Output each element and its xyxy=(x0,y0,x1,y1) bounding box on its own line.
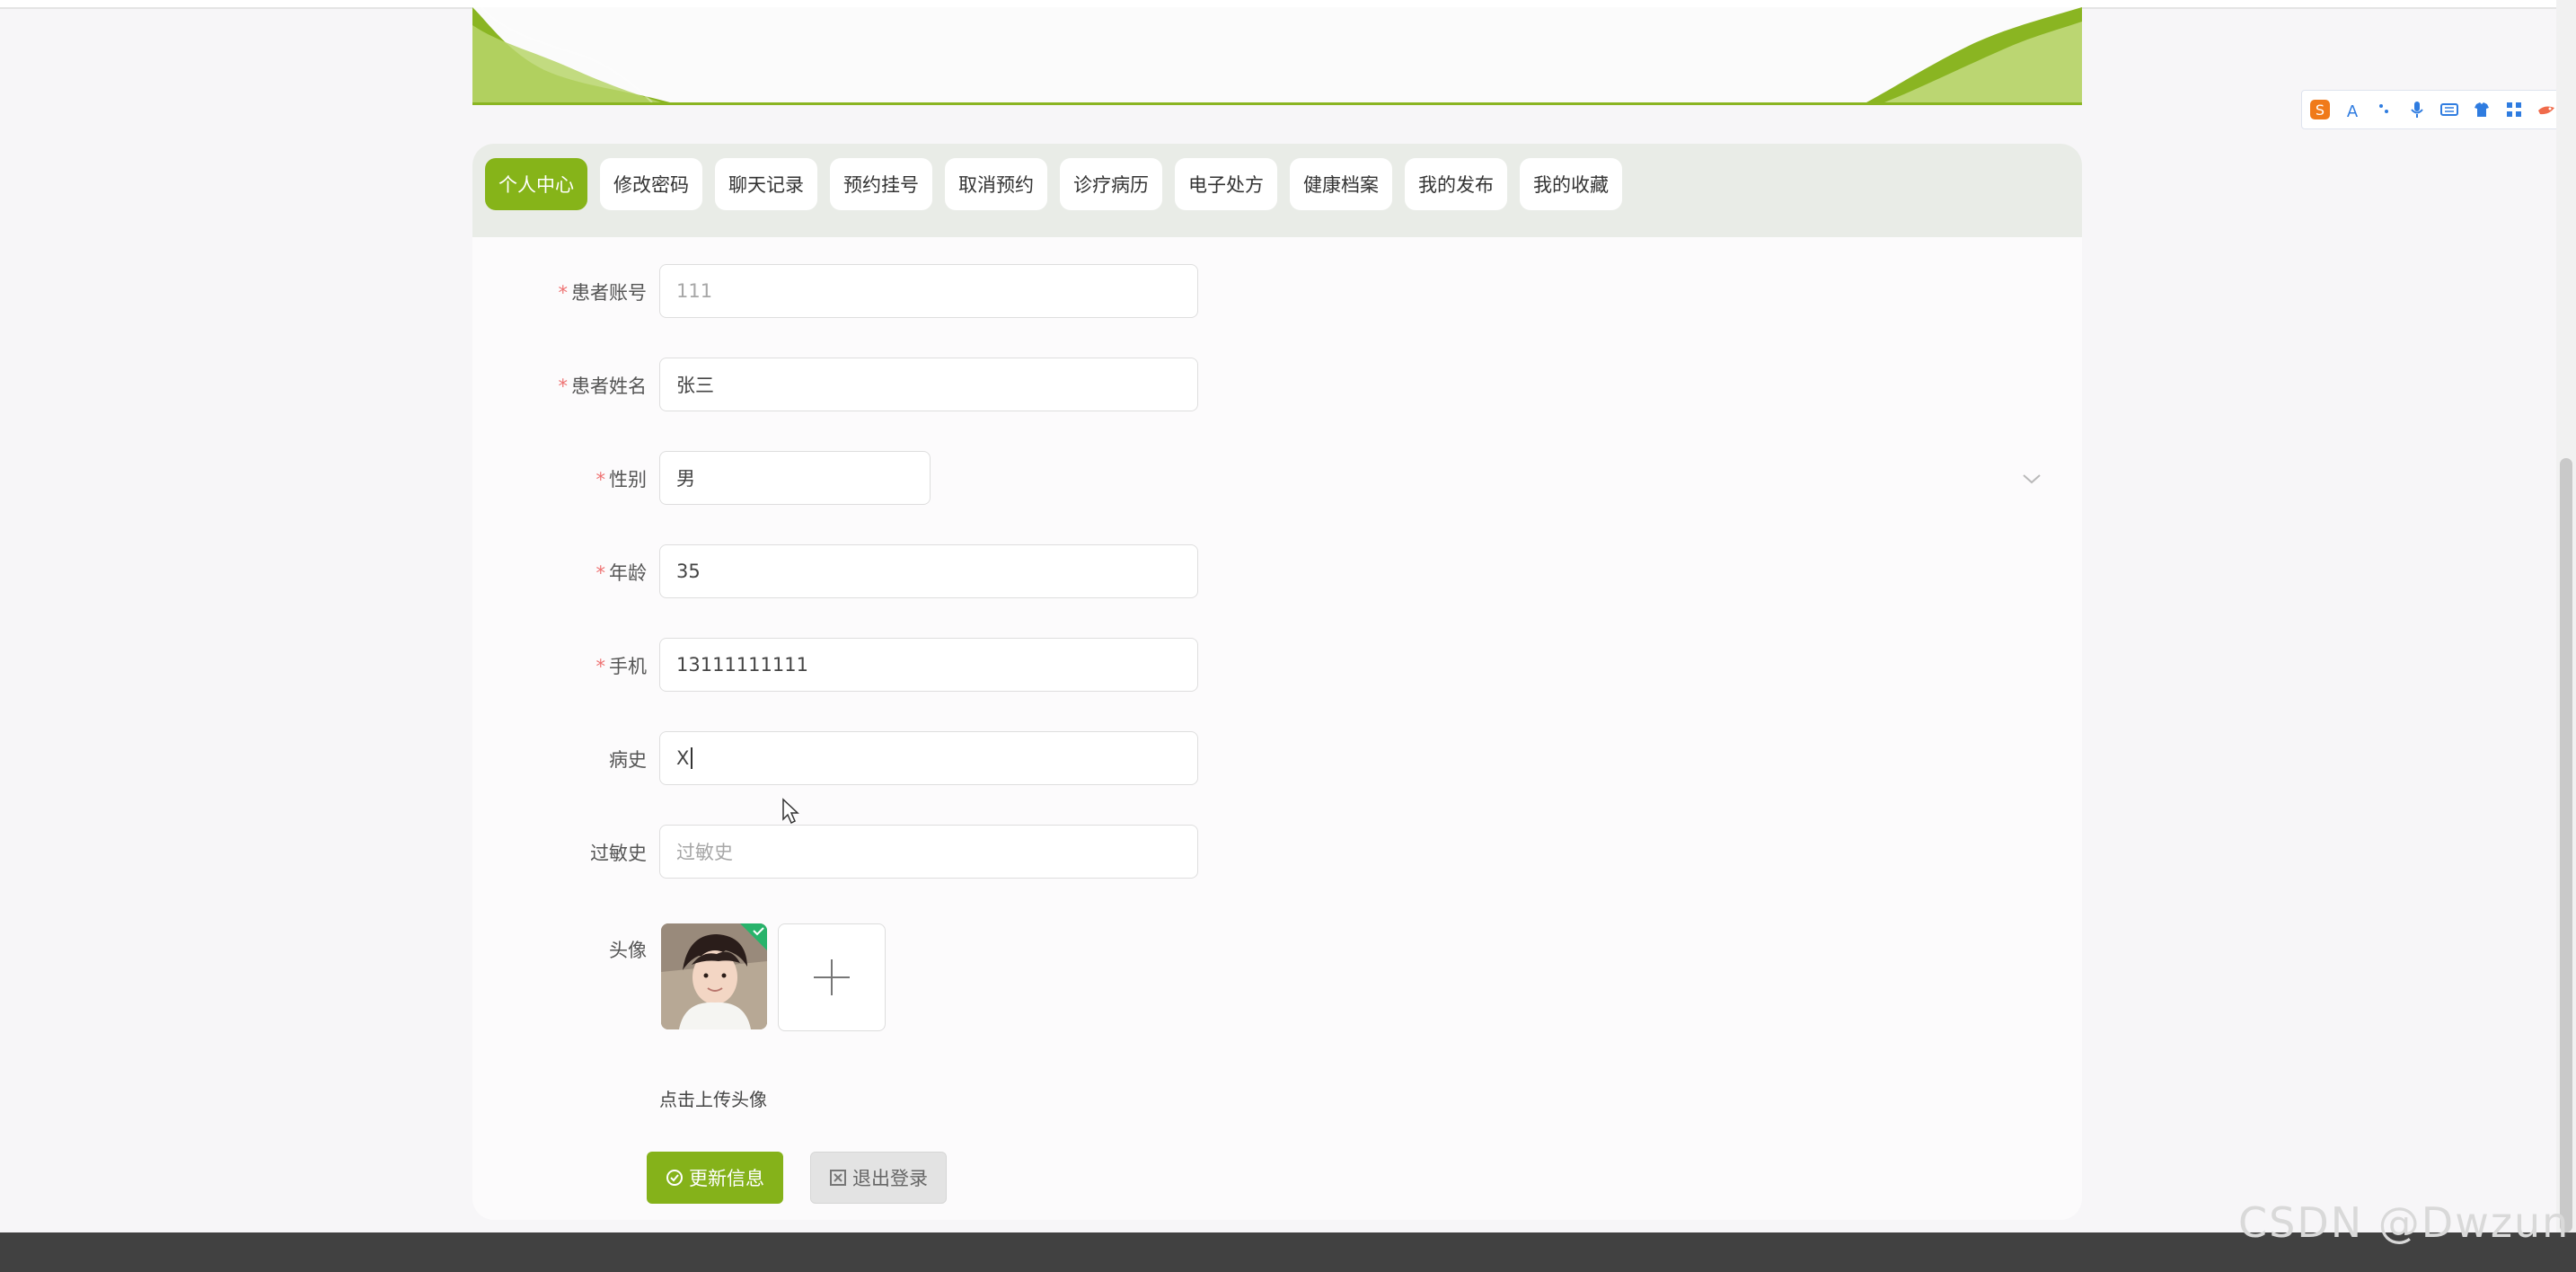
tab-cancel-appointment[interactable]: 取消预约 xyxy=(945,158,1047,210)
tab-my-posts[interactable]: 我的发布 xyxy=(1405,158,1507,210)
watermark: CSDN @Dwzun xyxy=(2238,1198,2571,1247)
phone-input[interactable]: 13111111111 xyxy=(659,638,1198,692)
account-label: * 患者账号 xyxy=(558,282,648,304)
text-caret xyxy=(691,747,693,769)
check-circle-icon xyxy=(666,1170,683,1186)
history-input[interactable]: X xyxy=(659,731,1198,785)
sogou-logo-icon[interactable]: S xyxy=(2307,97,2333,122)
tab-change-password[interactable]: 修改密码 xyxy=(600,158,702,210)
mouse-cursor-icon xyxy=(782,798,799,825)
avatar-label: 头像 xyxy=(609,940,647,961)
tab-personal-center[interactable]: 个人中心 xyxy=(485,158,587,210)
close-square-icon xyxy=(830,1170,846,1186)
age-input[interactable]: 35 xyxy=(659,544,1198,598)
microphone-icon[interactable] xyxy=(2404,97,2430,122)
name-input[interactable]: 张三 xyxy=(659,358,1198,411)
tab-e-prescription[interactable]: 电子处方 xyxy=(1175,158,1277,210)
required-star: * xyxy=(595,656,606,677)
skin-shirt-icon[interactable] xyxy=(2469,97,2494,122)
avatar-upload-button[interactable] xyxy=(778,923,886,1031)
tab-chat-records[interactable]: 聊天记录 xyxy=(715,158,817,210)
allergy-input[interactable]: 过敏史 xyxy=(659,825,1198,879)
punctuation-icon[interactable] xyxy=(2372,97,2397,122)
page-footer xyxy=(0,1232,2576,1272)
logout-label: 退出登录 xyxy=(852,1168,928,1189)
plus-icon xyxy=(814,959,850,995)
allergy-label: 过敏史 xyxy=(590,843,647,864)
tab-my-favorites[interactable]: 我的收藏 xyxy=(1520,158,1622,210)
update-info-button[interactable]: 更新信息 xyxy=(647,1152,783,1204)
tab-bar: 个人中心 修改密码 聊天记录 预约挂号 取消预约 诊疗病历 电子处方 健康档案 … xyxy=(472,144,2082,237)
gender-label: * 性别 xyxy=(595,469,648,490)
required-star: * xyxy=(595,469,606,490)
gender-select[interactable]: 男 xyxy=(659,451,931,505)
required-star: * xyxy=(558,375,569,397)
scrollbar-thumb[interactable] xyxy=(2560,458,2572,1232)
avatar[interactable] xyxy=(661,923,767,1029)
tab-book-appointment[interactable]: 预约挂号 xyxy=(830,158,932,210)
ime-toolbar[interactable]: S A xyxy=(2301,90,2571,129)
chevron-down-icon[interactable] xyxy=(2021,473,2042,485)
keyboard-icon[interactable] xyxy=(2437,97,2462,122)
avatar-upload-hint: 点击上传头像 xyxy=(659,1089,767,1110)
profile-panel: 个人中心 修改密码 聊天记录 预约挂号 取消预约 诊疗病历 电子处方 健康档案 … xyxy=(472,144,2082,1220)
left-leaf-decoration xyxy=(472,7,670,102)
page-banner xyxy=(472,7,2082,105)
grid-apps-icon[interactable] xyxy=(2501,97,2527,122)
phone-label: * 手机 xyxy=(595,656,648,677)
update-info-label: 更新信息 xyxy=(689,1168,764,1189)
svg-text:S: S xyxy=(2316,102,2325,119)
tab-health-archive[interactable]: 健康档案 xyxy=(1290,158,1392,210)
font-a-icon[interactable]: A xyxy=(2340,97,2365,122)
brand-mascot-icon[interactable] xyxy=(2534,97,2559,122)
svg-text:A: A xyxy=(2347,102,2359,120)
account-input[interactable]: 111 xyxy=(659,264,1198,318)
history-label: 病史 xyxy=(609,749,647,771)
age-label: * 年龄 xyxy=(595,562,648,584)
required-star: * xyxy=(558,282,569,304)
required-star: * xyxy=(595,562,606,584)
name-label: * 患者姓名 xyxy=(558,375,648,397)
right-leaf-decoration xyxy=(1866,7,2082,102)
upload-success-check-icon xyxy=(740,923,767,950)
tab-medical-records[interactable]: 诊疗病历 xyxy=(1060,158,1162,210)
logout-button[interactable]: 退出登录 xyxy=(810,1152,947,1204)
